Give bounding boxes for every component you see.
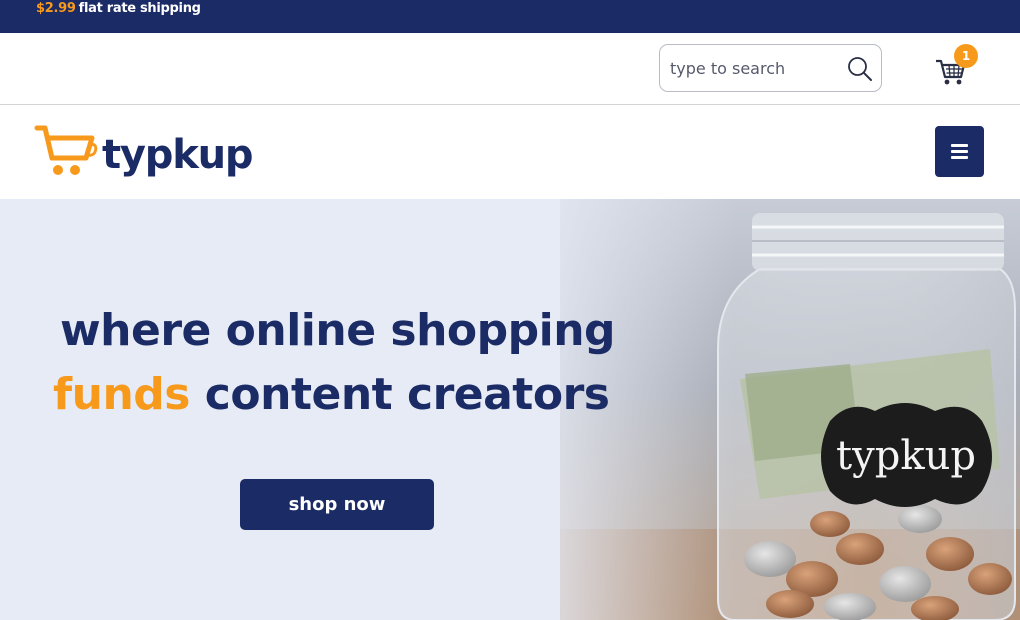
- search-button[interactable]: [846, 55, 874, 83]
- hero-headline-rest: content creators: [189, 369, 610, 420]
- cart-button[interactable]: 1: [934, 44, 982, 91]
- shipping-promo: $2.99 flat rate shipping: [36, 0, 201, 17]
- shop-now-button[interactable]: shop now: [240, 479, 434, 530]
- shipping-promo-text: flat rate shipping: [78, 1, 201, 16]
- menu-toggle-button[interactable]: [935, 126, 984, 177]
- hero-headline-line1: where online shopping: [60, 305, 616, 356]
- shipping-price: $2.99: [36, 1, 76, 16]
- search-icon: [848, 57, 872, 81]
- promo-bar: $2.99 flat rate shipping: [0, 0, 1020, 33]
- cart-count-badge: 1: [954, 44, 978, 68]
- hero-headline-line2: funds content creators: [53, 369, 610, 420]
- search-input[interactable]: [670, 56, 840, 80]
- search-box: [659, 44, 882, 92]
- utility-bar: 1: [0, 33, 1020, 105]
- brand-logo[interactable]: typkup: [34, 124, 264, 184]
- hero-banner: typkup where online shopping funds conte…: [0, 199, 1020, 620]
- main-navbar: typkup: [0, 106, 1020, 199]
- hero-headline-accent: funds: [53, 369, 190, 420]
- cart-logo-icon: [34, 125, 98, 175]
- brand-name: typkup: [102, 132, 254, 178]
